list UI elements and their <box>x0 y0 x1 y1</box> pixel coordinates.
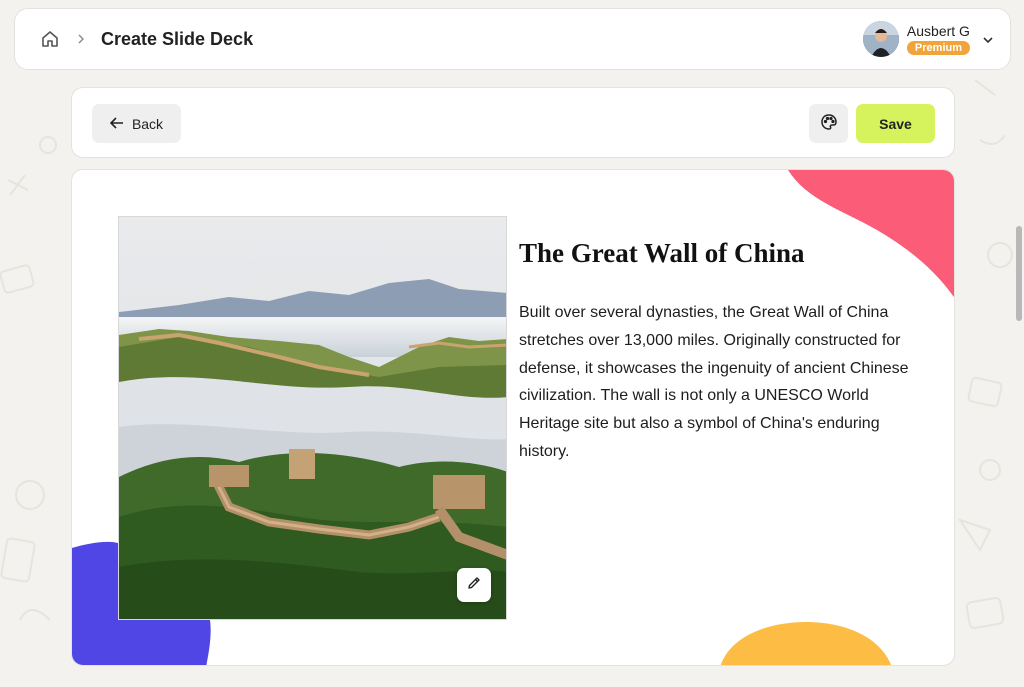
great-wall-photo[interactable] <box>118 216 507 620</box>
top-header: Create Slide Deck Ausbert G Premium <box>14 8 1011 70</box>
slide-canvas[interactable]: The Great Wall of China Built over sever… <box>71 169 955 666</box>
user-menu[interactable]: Ausbert G Premium <box>862 21 994 57</box>
avatar <box>862 21 899 57</box>
save-button[interactable]: Save <box>856 104 935 143</box>
edit-image-button[interactable] <box>457 568 491 602</box>
page-scrollbar[interactable] <box>1016 226 1022 321</box>
page-title: Create Slide Deck <box>101 28 254 49</box>
back-label: Back <box>131 115 164 132</box>
user-name: Ausbert G <box>906 23 970 39</box>
pink-blob-decoration <box>788 170 954 298</box>
pencil-icon <box>466 575 482 596</box>
editor-toolbar: Back Save <box>71 87 955 158</box>
home-icon[interactable] <box>39 28 61 50</box>
theme-palette-button[interactable] <box>809 104 848 143</box>
yellow-blob-decoration <box>720 622 892 665</box>
premium-badge: Premium <box>906 41 970 55</box>
chevron-right-icon <box>77 31 85 47</box>
back-button[interactable]: Back <box>92 104 181 143</box>
arrow-left-icon <box>109 116 124 132</box>
slide-title[interactable]: The Great Wall of China <box>519 238 919 269</box>
slide-body-text[interactable]: Built over several dynasties, the Great … <box>519 299 919 466</box>
chevron-down-icon[interactable] <box>982 33 994 45</box>
palette-icon <box>820 113 838 134</box>
